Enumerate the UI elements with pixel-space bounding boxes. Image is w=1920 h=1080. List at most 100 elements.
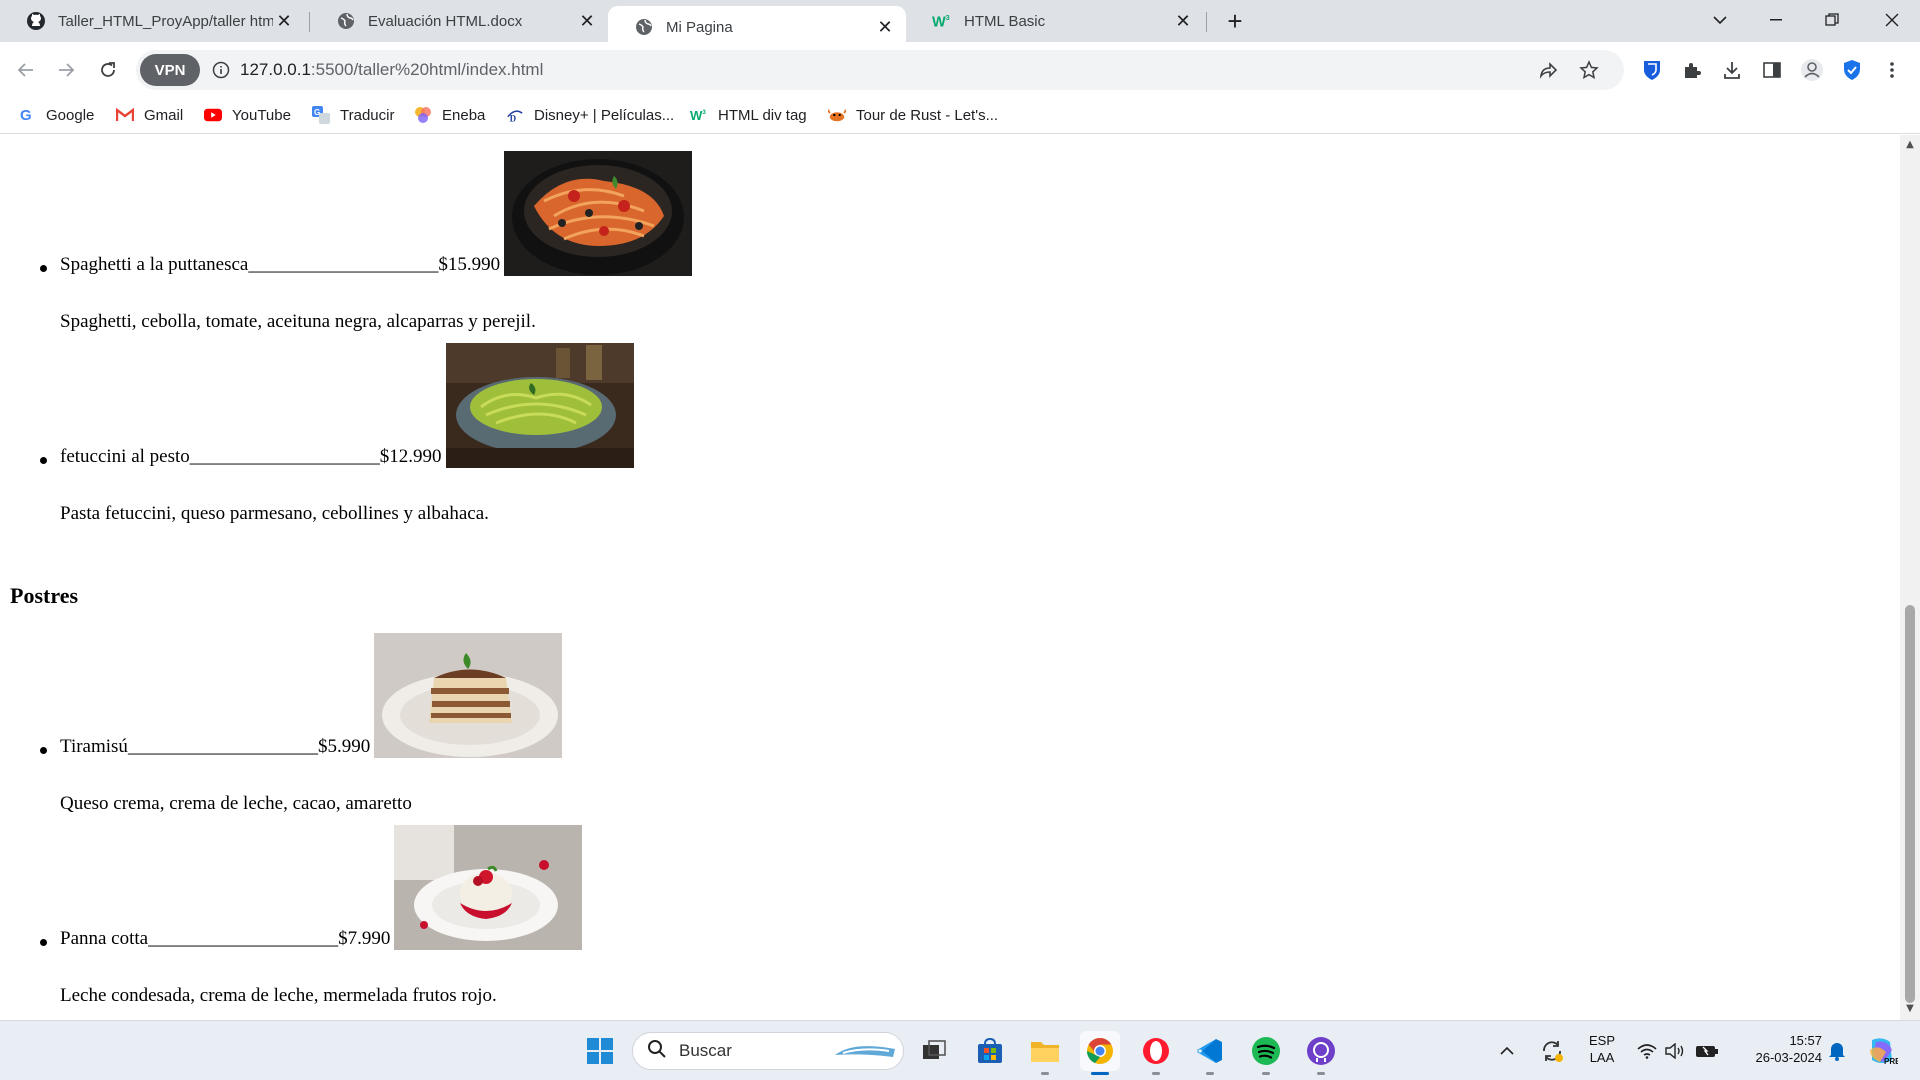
language-code: ESP xyxy=(1588,1033,1615,1048)
security-extension-icon[interactable] xyxy=(1840,58,1864,82)
share-icon[interactable] xyxy=(1536,58,1560,82)
page-viewport: Spaghetti a la puttanesca _______________… xyxy=(0,135,1900,1020)
copilot-icon[interactable]: PRE xyxy=(1862,1031,1902,1071)
vpn-badge[interactable]: VPN xyxy=(140,54,200,86)
profile-avatar-icon[interactable] xyxy=(1800,58,1824,82)
clock-time: 15:57 xyxy=(1789,1033,1822,1048)
dish-name: Tiramisú xyxy=(60,736,128,757)
reload-icon[interactable] xyxy=(92,54,124,86)
tab-github[interactable]: Taller_HTML_ProyApp/taller htm ✕ xyxy=(0,0,305,42)
dish-name: Spaghetti a la puttanesca xyxy=(60,254,249,275)
side-panel-icon[interactable] xyxy=(1760,58,1784,82)
close-window-icon[interactable] xyxy=(1864,0,1920,40)
bookmark-google[interactable]: G Google xyxy=(18,102,94,128)
restore-icon[interactable] xyxy=(1804,0,1860,40)
notification-bell-icon[interactable] xyxy=(1824,1031,1850,1071)
url-host: 127.0.0.1 xyxy=(240,60,311,79)
browser-toolbar: VPN 127.0.0.1:5500/taller%20html/index.h… xyxy=(0,48,1920,92)
forward-icon[interactable] xyxy=(50,54,82,86)
opera-icon[interactable] xyxy=(1136,1031,1176,1075)
info-icon[interactable] xyxy=(212,61,230,83)
vscode-icon[interactable] xyxy=(1190,1031,1230,1075)
pesto-image xyxy=(445,343,634,468)
file-explorer-icon[interactable] xyxy=(1025,1031,1065,1075)
show-hidden-icons[interactable] xyxy=(1494,1031,1520,1071)
list-item: Panna cotta ____________________ $7.990 xyxy=(40,825,583,950)
bookmark-gmail[interactable]: Gmail xyxy=(116,102,183,128)
sync-icon[interactable] xyxy=(1536,1031,1568,1071)
dish-description: Queso crema, crema de leche, cacao, amar… xyxy=(60,793,412,814)
minimize-icon[interactable] xyxy=(1748,0,1804,40)
dish-price: $15.990 xyxy=(438,254,501,275)
back-icon[interactable] xyxy=(10,54,42,86)
bookmark-html-div[interactable]: W3 HTML div tag xyxy=(690,102,807,128)
close-tab-icon[interactable]: ✕ xyxy=(273,10,295,32)
close-tab-icon[interactable]: ✕ xyxy=(1172,10,1194,32)
globe-icon xyxy=(634,17,654,37)
chrome-taskbar-icon[interactable] xyxy=(1080,1031,1120,1075)
tab-html-basic[interactable]: W3 HTML Basic ✕ xyxy=(906,0,1204,42)
clock[interactable]: 15:57 26-03-2024 xyxy=(1734,1033,1823,1065)
new-tab-button[interactable]: + xyxy=(1220,6,1250,36)
tab-separator xyxy=(1206,12,1207,32)
microsoft-store-icon[interactable] xyxy=(970,1031,1010,1071)
scrollbar-thumb[interactable] xyxy=(1905,605,1915,1003)
bookmark-star-icon[interactable] xyxy=(1577,58,1601,82)
tab-evaluacion[interactable]: Evaluación HTML.docx ✕ xyxy=(310,0,608,42)
task-view-icon[interactable] xyxy=(914,1031,954,1071)
bookmark-youtube[interactable]: YouTube xyxy=(204,102,291,128)
tab-mi-pagina[interactable]: Mi Pagina ✕ xyxy=(608,6,906,48)
search-highlight-icon xyxy=(833,1039,897,1068)
gmail-icon xyxy=(116,106,134,124)
taskbar-search-box[interactable]: Buscar xyxy=(632,1032,904,1070)
battery-icon[interactable] xyxy=(1692,1031,1722,1071)
dish-description: Leche condesada, crema de leche, mermela… xyxy=(60,985,497,1006)
list-bullet xyxy=(40,457,47,464)
svg-text:G: G xyxy=(20,107,32,123)
page-scrollbar[interactable]: ▲ ▼ xyxy=(1900,135,1920,1020)
dish-leader: ____________________ xyxy=(189,446,380,467)
url-text[interactable]: 127.0.0.1:5500/taller%20html/index.html xyxy=(240,60,543,80)
list-item: Tiramisú ____________________ $5.990 xyxy=(40,633,563,758)
scroll-up-icon[interactable]: ▲ xyxy=(1905,139,1915,150)
address-bar[interactable]: VPN 127.0.0.1:5500/taller%20html/index.h… xyxy=(136,50,1624,90)
w3schools-icon: W3 xyxy=(932,11,952,31)
dish-leader: ____________________ xyxy=(127,736,318,757)
disney-icon: D xyxy=(506,106,524,124)
google-icon: G xyxy=(18,106,36,124)
bitwarden-icon[interactable] xyxy=(1640,58,1664,82)
volume-icon[interactable] xyxy=(1662,1031,1688,1071)
dish-description: Spaghetti, cebolla, tomate, aceituna neg… xyxy=(60,311,536,332)
eneba-icon xyxy=(414,106,432,124)
panna-cotta-image xyxy=(394,825,583,950)
github-icon xyxy=(26,11,46,31)
tab-title: HTML Basic xyxy=(964,12,1046,30)
svg-text:D: D xyxy=(510,113,517,123)
search-placeholder: Buscar xyxy=(679,1041,732,1060)
list-bullet xyxy=(40,747,47,754)
svg-text:W: W xyxy=(932,14,946,30)
bookmark-rust[interactable]: Tour de Rust - Let's... xyxy=(828,102,998,128)
list-bullet xyxy=(40,265,47,272)
menu-kebab-icon[interactable] xyxy=(1880,58,1904,82)
wifi-icon[interactable] xyxy=(1634,1031,1660,1071)
svg-text:3: 3 xyxy=(702,109,706,116)
tab-title: Mi Pagina xyxy=(666,18,733,36)
tab-search-icon[interactable] xyxy=(1692,0,1748,40)
running-indicator xyxy=(1091,1072,1109,1075)
bookmark-traducir[interactable]: G Traducir xyxy=(312,102,394,128)
download-icon[interactable] xyxy=(1720,58,1744,82)
start-button[interactable] xyxy=(580,1031,620,1071)
bookmark-label: Gmail xyxy=(144,106,184,124)
extensions-icon[interactable] xyxy=(1680,58,1704,82)
bookmark-eneba[interactable]: Eneba xyxy=(414,102,485,128)
bookmark-disney[interactable]: D Disney+ | Películas... xyxy=(506,102,674,128)
close-tab-icon[interactable]: ✕ xyxy=(576,10,598,32)
scroll-down-icon[interactable]: ▼ xyxy=(1905,1003,1915,1014)
input-language-indicator[interactable]: ESP LAA xyxy=(1584,1033,1620,1065)
github-desktop-icon[interactable] xyxy=(1301,1031,1341,1075)
close-tab-icon[interactable]: ✕ xyxy=(874,16,896,38)
dish-price: $5.990 xyxy=(317,736,371,757)
svg-text:G: G xyxy=(314,108,320,117)
spotify-icon[interactable] xyxy=(1246,1031,1286,1075)
